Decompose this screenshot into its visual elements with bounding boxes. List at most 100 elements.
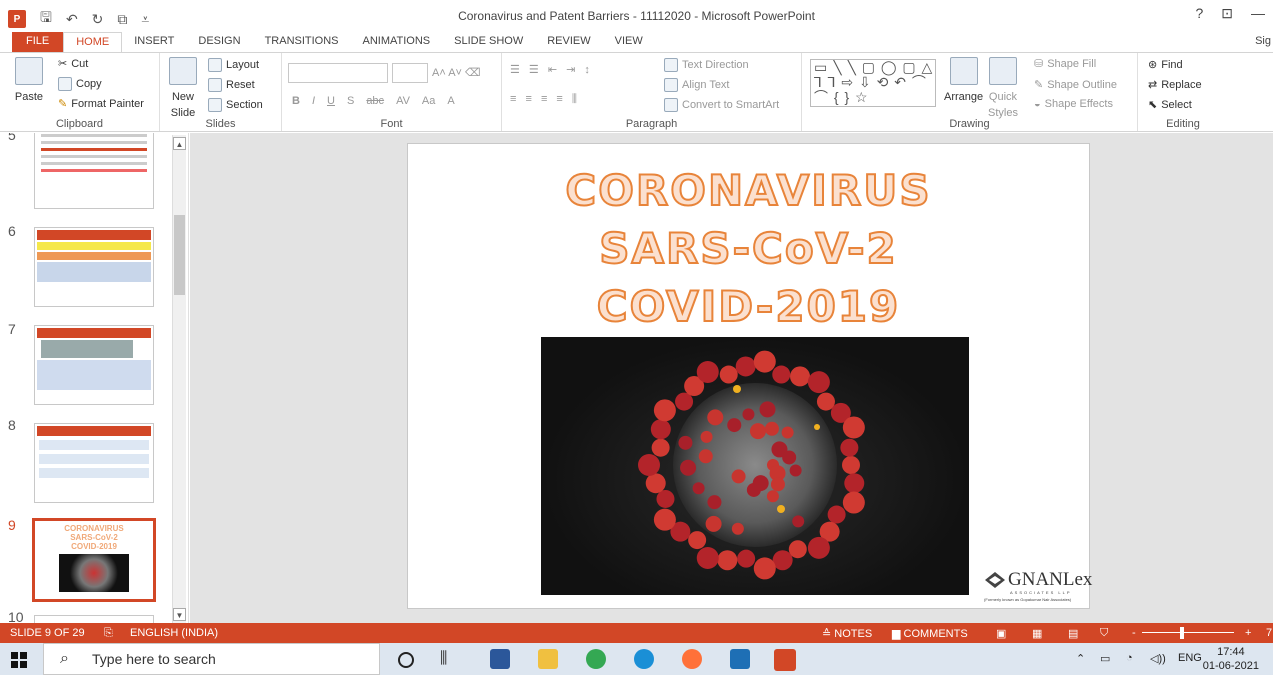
font-format-buttons: B I U S abc AV Aa A	[292, 95, 455, 107]
tab-review[interactable]: REVIEW	[535, 32, 602, 52]
slide-thumbnail-9[interactable]: CORONAVIRUS SARS-CoV-2 COVID-2019	[32, 518, 156, 602]
language-tray[interactable]: ENG	[1178, 652, 1202, 664]
taskbar-search-box[interactable]: ⌕ Type here to search	[43, 643, 380, 675]
paste-button[interactable]: Paste	[14, 57, 44, 103]
slide-thumbnail-6[interactable]	[34, 227, 154, 307]
reading-view-icon[interactable]: ▤	[1068, 627, 1078, 640]
slide-sorter-icon[interactable]: ▦	[1032, 627, 1042, 640]
system-clock[interactable]: 17:44 01-06-2021	[1203, 645, 1259, 673]
slide-thumbnail-5[interactable]	[34, 133, 154, 209]
list-indent-buttons[interactable]: ☰ ☰ ⇤ ⇥ ↕	[510, 63, 593, 76]
scrollbar-thumb[interactable]	[174, 215, 185, 295]
help-button[interactable]: ?	[1195, 5, 1203, 22]
spike-protein	[842, 416, 865, 439]
italic-button[interactable]: I	[312, 95, 315, 107]
font-color-button[interactable]: A	[447, 95, 454, 107]
edge-icon[interactable]	[634, 649, 654, 669]
cut-button[interactable]: ✂ Cut	[58, 57, 88, 71]
tab-design[interactable]: DESIGN	[186, 32, 252, 52]
find-button[interactable]: ⊛ Find	[1148, 58, 1183, 72]
slide-title-line-1[interactable]: CORONAVIRUS	[408, 165, 1089, 216]
scroll-up-arrow-icon[interactable]: ▲	[173, 137, 186, 150]
coronavirus-illustration	[638, 350, 865, 580]
powerpoint-taskbar-icon[interactable]	[774, 649, 796, 671]
arrange-button[interactable]: Arrange	[944, 57, 983, 103]
shape-fill-button[interactable]: ⛁ Shape Fill	[1034, 57, 1096, 71]
language-indicator[interactable]: ENGLISH (INDIA)	[130, 627, 218, 639]
slide-count[interactable]: SLIDE 9 OF 29	[10, 627, 85, 639]
shape-outline-label: Shape Outline	[1047, 78, 1117, 91]
reset-button[interactable]: Reset	[208, 78, 255, 92]
layout-button[interactable]: Layout	[208, 58, 259, 72]
strikethrough-button[interactable]: abc	[366, 95, 384, 107]
new-slide-button[interactable]: New Slide	[168, 57, 198, 119]
slide-thumbnail-10[interactable]	[34, 615, 154, 623]
current-slide[interactable]: CORONAVIRUS SARS-CoV-2 COVID-2019 GNANLe…	[407, 143, 1092, 609]
quick-styles-button[interactable]: Quick Styles	[988, 57, 1018, 119]
wifi-icon[interactable]: ◔	[1126, 652, 1133, 664]
tab-animations[interactable]: ANIMATIONS	[351, 32, 443, 52]
slide-thumbnail-8[interactable]	[34, 423, 154, 503]
tab-home[interactable]: HOME	[63, 32, 123, 52]
tab-transitions[interactable]: TRANSITIONS	[253, 32, 351, 52]
battery-icon[interactable]: ▭	[1100, 652, 1110, 665]
spike-protein	[788, 540, 807, 559]
shape-outline-button[interactable]: ✎ Shape Outline	[1034, 78, 1117, 92]
convert-smartart-button[interactable]: Convert to SmartArt	[664, 98, 779, 112]
section-button[interactable]: Section	[208, 98, 263, 112]
copy-button[interactable]: Copy	[58, 77, 102, 91]
slide-thumbnail-7[interactable]	[34, 325, 154, 405]
zoom-level[interactable]: 7	[1266, 627, 1272, 639]
firefox-icon[interactable]	[682, 649, 702, 669]
slide-title-line-2[interactable]: SARS-CoV-2	[408, 223, 1089, 274]
tab-file[interactable]: FILE	[12, 32, 64, 52]
slide-title-line-3[interactable]: COVID-2019	[408, 281, 1089, 332]
slide-show-icon[interactable]: ⛉	[1100, 627, 1108, 640]
tab-insert[interactable]: INSERT	[122, 32, 186, 52]
surface-protein	[680, 459, 697, 476]
text-direction-button[interactable]: Text Direction	[664, 58, 749, 72]
font-size-field[interactable]	[392, 63, 428, 83]
sign-in-link[interactable]: Sig	[1255, 35, 1271, 47]
ribbon-display-button[interactable]: ⊡	[1221, 5, 1233, 22]
tab-slide-show[interactable]: SLIDE SHOW	[442, 32, 535, 52]
thumbnails-scrollbar[interactable]: ▲ ▼	[172, 135, 186, 623]
bold-button[interactable]: B	[292, 95, 300, 107]
file-explorer-icon[interactable]	[538, 649, 558, 669]
align-text-label: Align Text	[682, 79, 730, 91]
font-name-field[interactable]	[288, 63, 388, 83]
tray-chevron-icon[interactable]: ⌃	[1076, 652, 1085, 665]
shape-effects-button[interactable]: ◒ Shape Effects	[1034, 98, 1113, 110]
windows-start-icon[interactable]	[11, 652, 27, 668]
spelling-check-icon[interactable]: ⎘	[104, 627, 113, 640]
zoom-in-button[interactable]: +	[1245, 627, 1251, 639]
zoom-slider-track[interactable]	[1142, 632, 1234, 633]
cortana-icon[interactable]	[398, 652, 414, 668]
change-case-button[interactable]: Aa	[422, 95, 435, 107]
underline-button[interactable]: U	[327, 95, 335, 107]
notes-button[interactable]: ≙ NOTES	[822, 627, 872, 640]
scroll-down-arrow-icon[interactable]: ▼	[173, 608, 186, 621]
word-icon[interactable]	[490, 649, 510, 669]
pen-icon: ✎	[1034, 79, 1044, 91]
shadow-button[interactable]: S	[347, 95, 354, 107]
normal-view-icon[interactable]: ▣	[996, 627, 1006, 640]
minimize-button[interactable]: —	[1251, 5, 1265, 22]
format-painter-button[interactable]: ✎ Format Painter	[58, 97, 144, 111]
alignment-buttons[interactable]: ≡ ≡ ≡ ≡ ⫼	[510, 93, 580, 106]
photos-icon[interactable]	[730, 649, 750, 669]
zoom-slider-thumb[interactable]	[1180, 627, 1184, 639]
align-text-button[interactable]: Align Text	[664, 78, 730, 92]
volume-icon[interactable]: ◁))	[1150, 652, 1166, 665]
chrome-icon[interactable]	[586, 649, 606, 669]
shapes-gallery[interactable]: ▭ ╲ ╲ ▢ ◯ ▢ △ ⅂ ⅂ ⇨ ⇩ ⟲ ↶ ⌒ ⌒ { } ☆	[810, 59, 936, 107]
coronavirus-image[interactable]	[541, 337, 969, 595]
tab-view[interactable]: VIEW	[603, 32, 655, 52]
zoom-out-button[interactable]: -	[1132, 627, 1136, 639]
task-view-icon[interactable]: ⫼	[440, 649, 460, 669]
replace-button[interactable]: ⇄ Replace	[1148, 78, 1202, 92]
comments-button[interactable]: ▆ COMMENTS	[892, 627, 968, 640]
character-spacing-button[interactable]: AV	[396, 95, 410, 107]
grow-shrink-font-buttons[interactable]: A˄ A˅ ⌫	[432, 66, 481, 79]
select-button[interactable]: ⬉ Select	[1148, 98, 1192, 112]
